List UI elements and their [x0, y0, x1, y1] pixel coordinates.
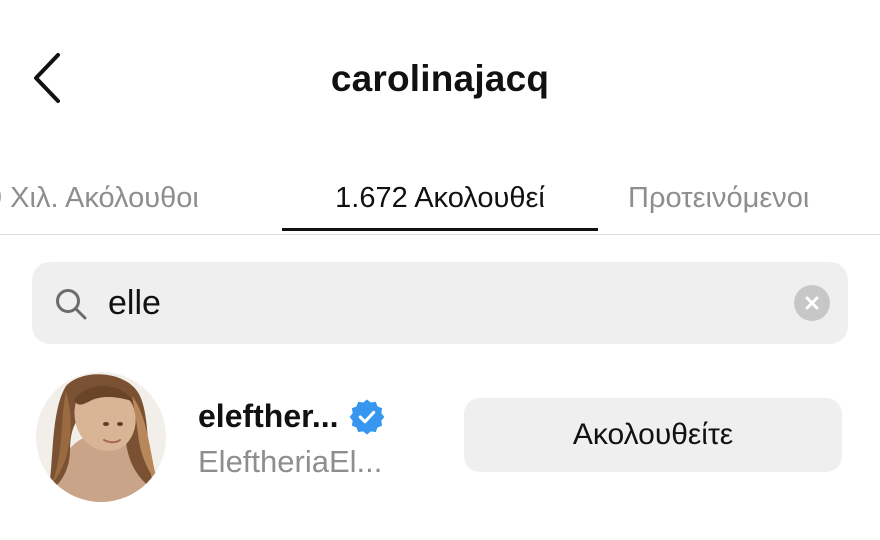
active-tab-indicator	[282, 228, 598, 231]
verified-badge-icon	[349, 398, 384, 434]
tab-bar: 9 Χιλ. Ακόλουθοι 1.672 Ακολουθεί Προτειν…	[0, 160, 880, 236]
tabs-divider	[0, 234, 880, 235]
clear-icon	[805, 296, 819, 310]
full-name: EleftheriaEl...	[198, 444, 383, 479]
profile-photo	[36, 372, 166, 502]
page-title: carolinajacq	[330, 58, 550, 99]
following-button[interactable]: Ακολουθείτε	[464, 398, 842, 472]
username-line: elefther...	[198, 398, 385, 435]
list-item[interactable]: elefther... EleftheriaEl... Ακολουθείτε	[0, 366, 880, 506]
avatar[interactable]	[36, 372, 166, 502]
search-bar[interactable]	[32, 262, 848, 344]
following-screen: carolinajacq 9 Χιλ. Ακόλουθοι 1.672 Ακολ…	[0, 0, 880, 540]
username[interactable]: elefther...	[198, 398, 339, 435]
clear-search-button[interactable]	[794, 285, 830, 321]
search-input[interactable]	[108, 278, 788, 328]
search-icon	[56, 289, 87, 320]
tab-followers[interactable]: 9 Χιλ. Ακόλουθοι	[0, 160, 199, 236]
tab-suggested[interactable]: Προτεινόμενοι	[628, 160, 809, 236]
tab-following[interactable]: 1.672 Ακολουθεί	[282, 160, 598, 236]
